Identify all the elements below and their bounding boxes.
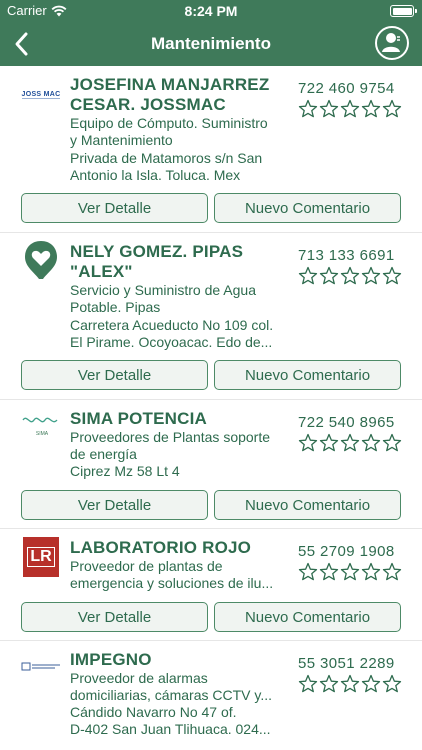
list-item: NELY GOMEZ. PIPAS "ALEX" Servicio y Sumi… [0, 233, 422, 400]
star-outline-icon[interactable] [298, 266, 318, 286]
rating-stars[interactable] [298, 562, 402, 582]
star-outline-icon[interactable] [340, 266, 360, 286]
star-outline-icon[interactable] [361, 562, 381, 582]
status-bar: Carrier 8:24 PM [0, 0, 422, 22]
star-outline-icon[interactable] [319, 674, 339, 694]
star-outline-icon[interactable] [319, 562, 339, 582]
ver-detalle-button[interactable]: Ver Detalle [21, 602, 208, 632]
star-outline-icon[interactable] [340, 99, 360, 119]
star-outline-icon[interactable] [361, 674, 381, 694]
star-outline-icon[interactable] [382, 266, 402, 286]
company-name: NELY GOMEZ. PIPAS "ALEX" [70, 242, 244, 281]
status-time: 8:24 PM [184, 3, 238, 19]
star-outline-icon[interactable] [382, 433, 402, 453]
phone-number[interactable]: 713 133 6691 [298, 247, 395, 264]
company-description: Proveedor de alarmas domiciliarias, cáma… [70, 670, 273, 703]
company-description: Equipo de Cómputo. Suministro y Mantenim… [70, 115, 268, 148]
company-logo: JOSS MAC [20, 80, 62, 110]
star-outline-icon[interactable] [340, 674, 360, 694]
list-item: LR LABORATORIO ROJO Proveedor de plantas… [0, 529, 422, 641]
list-item: IMPEGNO Proveedor de alarmas domiciliari… [0, 641, 422, 750]
phone-number[interactable]: 55 2709 1908 [298, 543, 395, 560]
company-logo: SIMA [20, 408, 62, 438]
page-title: Mantenimiento [151, 34, 271, 53]
rating-stars[interactable] [298, 266, 402, 286]
rating-stars[interactable] [298, 99, 402, 119]
phone-number[interactable]: 722 460 9754 [298, 80, 395, 97]
company-logo [20, 657, 62, 677]
star-outline-icon[interactable] [382, 99, 402, 119]
star-outline-icon[interactable] [361, 266, 381, 286]
navigation-bar: Mantenimiento [0, 22, 422, 66]
ver-detalle-button[interactable]: Ver Detalle [21, 490, 208, 520]
list-item: JOSS MAC JOSEFINA MANJARREZ CESAR. JOSSM… [0, 66, 422, 233]
nuevo-comentario-button[interactable]: Nuevo Comentario [214, 490, 401, 520]
star-outline-icon[interactable] [298, 562, 318, 582]
company-logo: LR [20, 537, 62, 577]
nuevo-comentario-button[interactable]: Nuevo Comentario [214, 360, 401, 390]
star-outline-icon[interactable] [361, 433, 381, 453]
phone-number[interactable]: 55 3051 2289 [298, 655, 395, 672]
star-outline-icon[interactable] [382, 562, 402, 582]
nuevo-comentario-button[interactable]: Nuevo Comentario [214, 193, 401, 223]
list-item: SIMA SIMA POTENCIA Proveedores de Planta… [0, 400, 422, 529]
company-address: Ciprez Mz 58 Lt 4 [70, 463, 180, 479]
ver-detalle-button[interactable]: Ver Detalle [21, 193, 208, 223]
rating-stars[interactable] [298, 674, 402, 694]
company-description: Servicio y Suministro de Agua Potable. P… [70, 282, 256, 315]
phone-number[interactable]: 722 540 8965 [298, 414, 395, 431]
logo-text: SIMA [36, 431, 49, 437]
company-name: LABORATORIO ROJO [70, 538, 252, 557]
star-outline-icon[interactable] [361, 99, 381, 119]
battery-icon [390, 5, 417, 17]
rating-stars[interactable] [298, 433, 402, 453]
nuevo-comentario-button[interactable]: Nuevo Comentario [214, 602, 401, 632]
star-outline-icon[interactable] [319, 99, 339, 119]
location-heart-icon [25, 241, 57, 279]
logo-text: JOSS MAC [21, 91, 61, 99]
company-name: IMPEGNO [70, 650, 152, 669]
star-outline-icon[interactable] [319, 266, 339, 286]
company-address: Cándido Navarro No 47 of. D-402 San Juan… [70, 704, 271, 737]
star-outline-icon[interactable] [340, 433, 360, 453]
company-description: Proveedores de Plantas soporte de energí… [70, 429, 271, 462]
user-circle-icon[interactable] [374, 25, 410, 61]
star-outline-icon[interactable] [298, 99, 318, 119]
lr-logo: LR [23, 537, 59, 577]
company-name: JOSEFINA MANJARREZ CESAR. JOSSMAC [70, 75, 270, 114]
star-outline-icon[interactable] [298, 674, 318, 694]
company-address: Carretera Acueducto No 109 col. El Piram… [70, 317, 274, 350]
ver-detalle-button[interactable]: Ver Detalle [21, 360, 208, 390]
star-outline-icon[interactable] [319, 433, 339, 453]
company-address: Privada de Matamoros s/n San Antonio la … [70, 150, 263, 183]
company-name: SIMA POTENCIA [70, 409, 208, 428]
logo-text: LR [27, 547, 55, 567]
impegno-logo [21, 662, 60, 671]
sima-logo: SIMA [22, 417, 58, 437]
company-logo [20, 239, 62, 281]
star-outline-icon[interactable] [382, 674, 402, 694]
star-outline-icon[interactable] [340, 562, 360, 582]
company-description: Proveedor de plantas de emergencia y sol… [70, 558, 274, 591]
star-outline-icon[interactable] [298, 433, 318, 453]
